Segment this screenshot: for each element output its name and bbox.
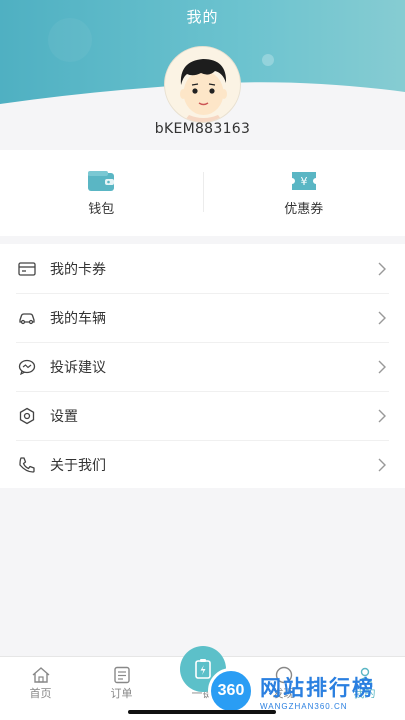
watermark-text: 网站排行榜 WANGZHAN360.CN <box>260 672 375 711</box>
phone-icon <box>18 456 36 474</box>
chevron-right-icon <box>378 311 386 324</box>
order-icon <box>113 666 130 684</box>
menu-label: 设置 <box>50 408 78 425</box>
wallet-button[interactable]: 钱包 <box>0 150 203 236</box>
avatar[interactable] <box>164 46 241 123</box>
coupon-label: 优惠券 <box>284 201 324 217</box>
page-title: 我的 <box>186 8 219 26</box>
wallet-label: 钱包 <box>88 201 115 217</box>
tab-home[interactable]: 首页 <box>0 657 81 720</box>
tab-label: 订单 <box>110 687 133 700</box>
home-indicator <box>128 710 276 714</box>
watermark-title: 网站排行榜 <box>260 675 375 700</box>
menu-item-about-us[interactable]: 关于我们 <box>0 440 405 489</box>
menu-label: 我的车辆 <box>50 310 106 327</box>
svg-text:¥: ¥ <box>300 175 307 188</box>
menu-list: 我的卡券 我的车辆 投诉建议 设置 关于我们 <box>0 244 405 488</box>
chevron-right-icon <box>378 409 386 422</box>
menu-item-my-vehicles[interactable]: 我的车辆 <box>0 293 405 342</box>
chevron-right-icon <box>378 262 386 275</box>
car-icon <box>18 309 36 327</box>
wallet-icon <box>88 170 115 191</box>
coupon-icon: ¥ <box>291 171 316 190</box>
home-icon <box>32 667 49 683</box>
menu-item-settings[interactable]: 设置 <box>0 391 405 440</box>
chevron-right-icon <box>378 360 386 373</box>
gear-icon <box>18 407 36 425</box>
menu-label: 投诉建议 <box>50 359 106 376</box>
menu-item-feedback[interactable]: 投诉建议 <box>0 342 405 391</box>
menu-item-my-cards[interactable]: 我的卡券 <box>0 244 405 293</box>
quick-actions: 钱包 ¥ 优惠券 <box>0 150 405 236</box>
avatar-cartoon-icon <box>180 59 227 122</box>
menu-label: 关于我们 <box>50 457 106 474</box>
menu-label: 我的卡券 <box>50 261 106 278</box>
watermark-badge: 360 <box>208 668 254 714</box>
chat-icon <box>18 358 36 376</box>
watermark-subtitle: WANGZHAN360.CN <box>260 701 348 711</box>
coupon-button[interactable]: ¥ 优惠券 <box>202 150 405 236</box>
card-icon <box>18 260 36 278</box>
username: bKEM883163 <box>154 121 251 137</box>
chevron-right-icon <box>378 458 386 471</box>
tab-label: 首页 <box>29 687 52 700</box>
